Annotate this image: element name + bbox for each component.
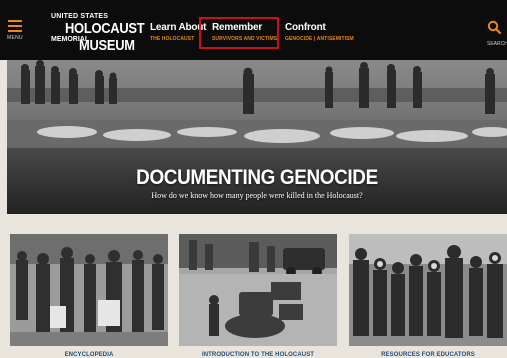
page: MENU UNITED STATES HOLOCAUST MEMORIAL MU… — [0, 0, 507, 358]
nav-subtitle: GENOCIDE | ANTISEMITISM — [285, 36, 354, 42]
nav-title: Confront — [285, 22, 326, 33]
card-image — [179, 234, 337, 346]
logo-line-4: MUSEUM — [79, 37, 135, 54]
card-image — [349, 234, 507, 346]
hamburger-icon — [4, 20, 26, 32]
nav-confront[interactable]: Confront GENOCIDE | ANTISEMITISM — [285, 22, 354, 42]
card-label: RESOURCES FOR EDUCATORS — [381, 352, 475, 358]
card-encyclopedia[interactable]: ENCYCLOPEDIA — [10, 234, 168, 358]
card-introduction[interactable]: INTRODUCTION TO THE HOLOCAUST — [179, 234, 337, 358]
card-image — [10, 234, 168, 346]
museum-logo[interactable]: UNITED STATES HOLOCAUST MEMORIAL MUSEUM — [51, 13, 145, 57]
hero-title: DOCUMENTING GENOCIDE — [136, 166, 378, 189]
search-icon — [487, 20, 502, 35]
menu-label: MENU — [7, 35, 23, 41]
introduction-photo — [179, 234, 337, 346]
educators-photo — [349, 234, 507, 346]
site-header: MENU UNITED STATES HOLOCAUST MEMORIAL MU… — [0, 0, 507, 60]
search-label: SEARCH — [487, 41, 507, 47]
logo-line-1: UNITED STATES — [51, 13, 109, 20]
hero-banner[interactable]: DOCUMENTING GENOCIDE How do we know how … — [7, 60, 507, 214]
nav-learn-about[interactable]: Learn About THE HOLOCAUST — [150, 22, 207, 42]
search-button[interactable]: SEARCH — [487, 20, 507, 47]
encyclopedia-photo — [10, 234, 168, 346]
nav-title: Learn About — [150, 22, 207, 33]
menu-button[interactable]: MENU — [4, 20, 26, 41]
nav-highlight-box — [199, 17, 279, 49]
card-educators[interactable]: RESOURCES FOR EDUCATORS — [349, 234, 507, 358]
card-label: ENCYCLOPEDIA — [64, 352, 114, 358]
card-label: INTRODUCTION TO THE HOLOCAUST — [201, 352, 315, 358]
nav-subtitle: THE HOLOCAUST — [150, 36, 195, 42]
hero-subtitle: How do we know how many people were kill… — [151, 191, 363, 200]
logo-line-2: HOLOCAUST — [65, 20, 145, 37]
